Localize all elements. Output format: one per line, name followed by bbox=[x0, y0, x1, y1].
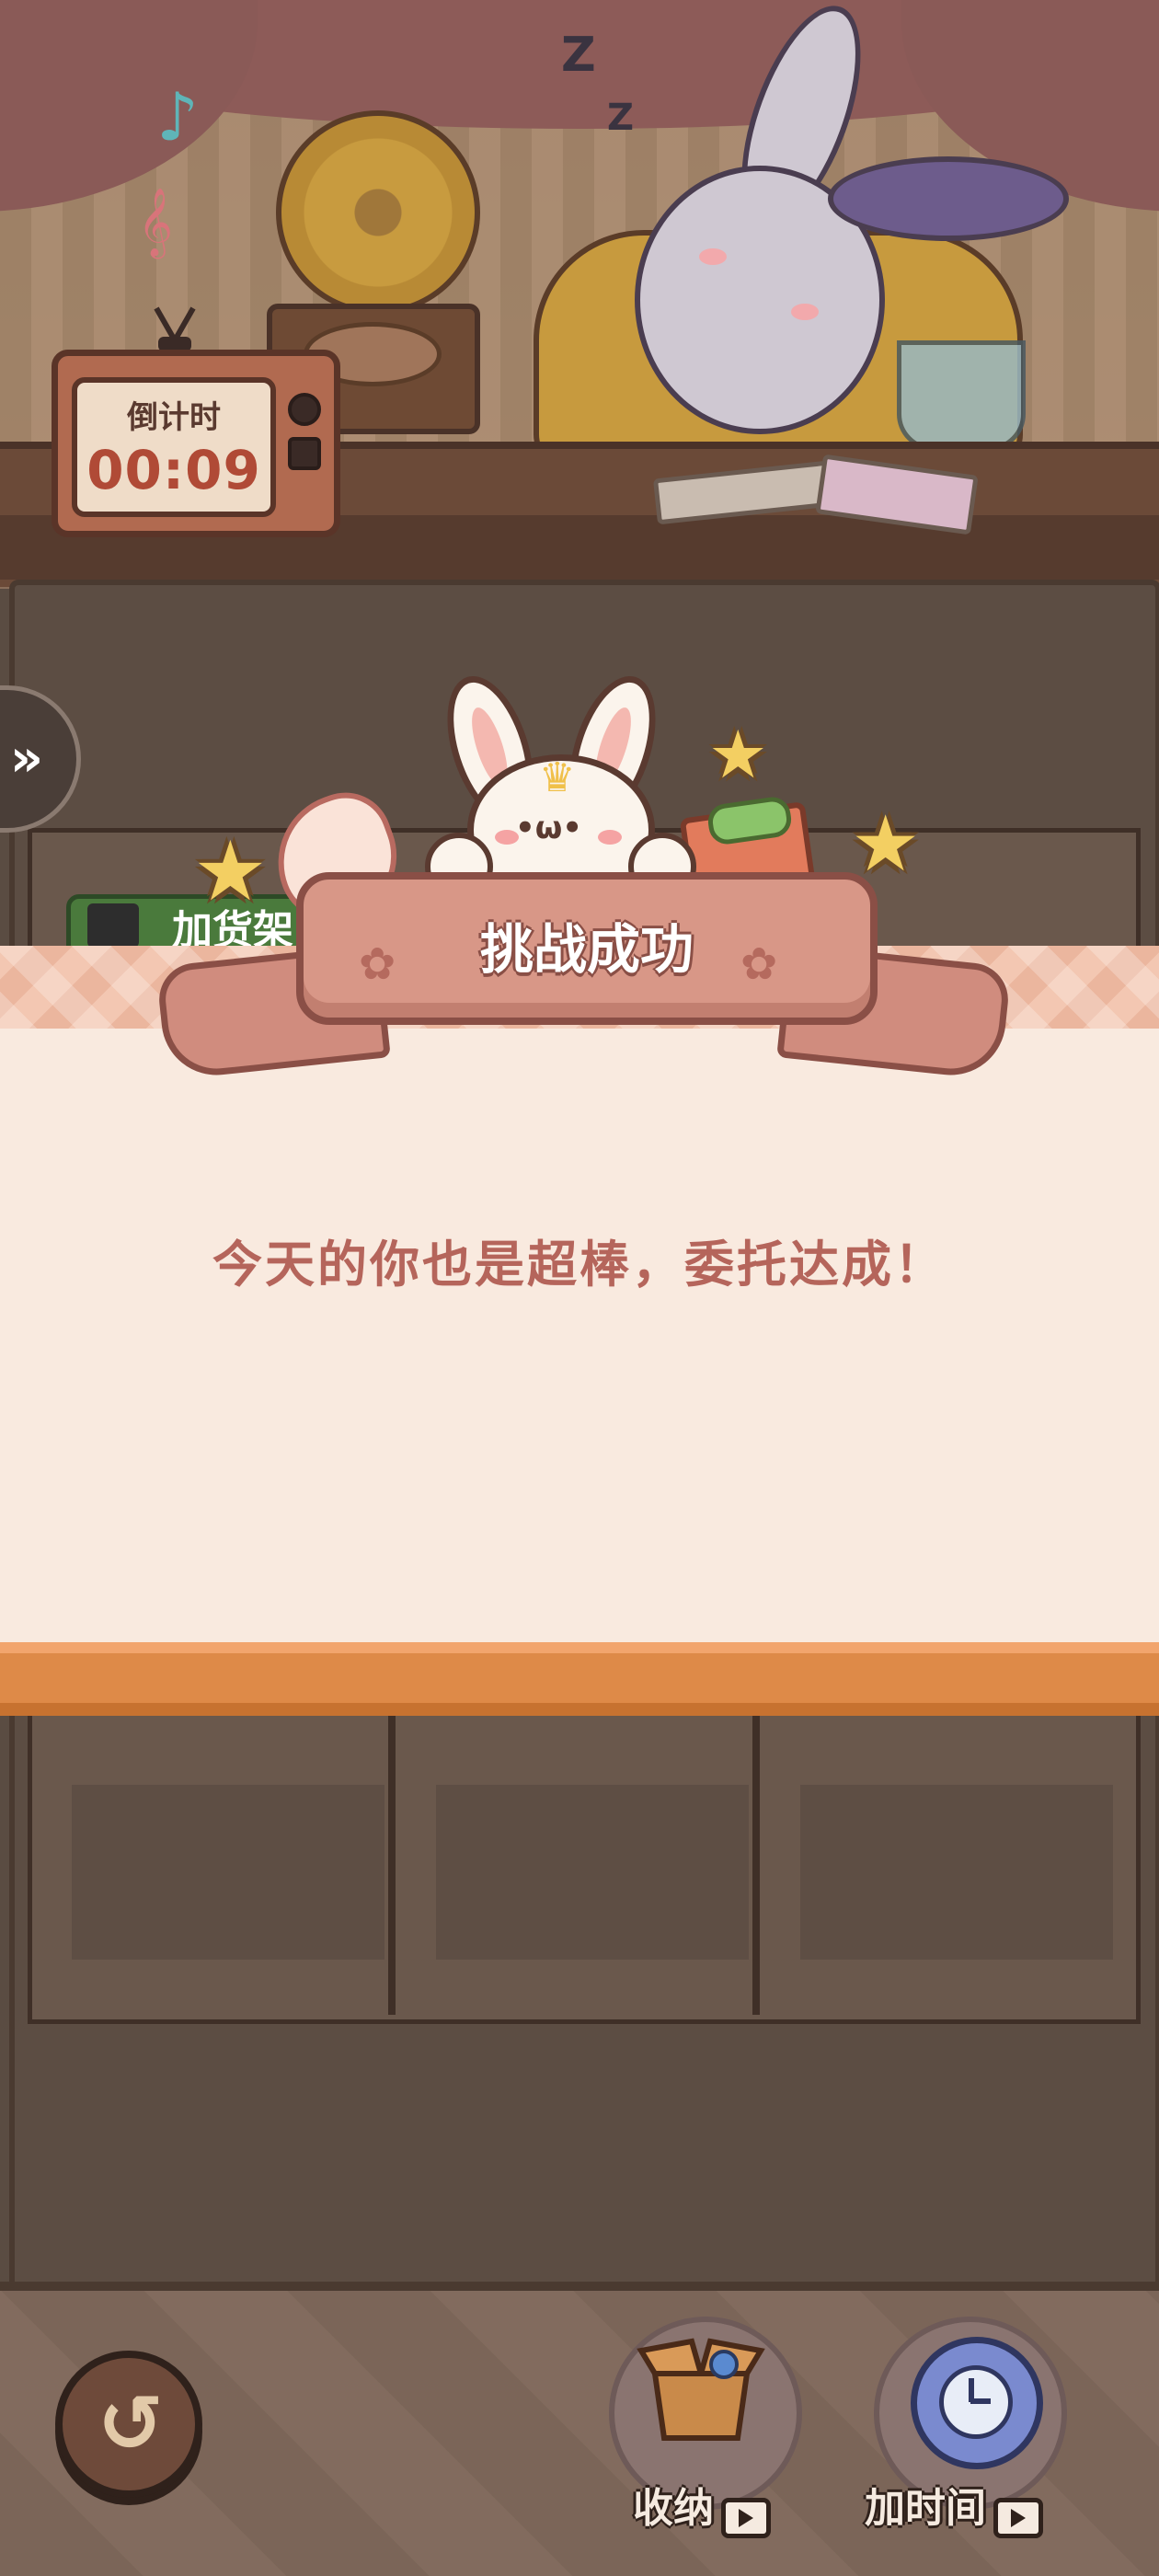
dialog-bottom-band bbox=[0, 1642, 1159, 1716]
crown-icon: ♛ bbox=[539, 754, 576, 801]
bunny-blush bbox=[791, 304, 819, 320]
dialog-message: 今天的你也是超棒，委托达成！ bbox=[212, 1236, 947, 1294]
add-time-label: 加时间 bbox=[865, 2485, 986, 2532]
shelf-slot[interactable] bbox=[436, 1785, 749, 1960]
shelf-slot[interactable] bbox=[800, 1785, 1113, 1960]
storage-label: 收纳 bbox=[633, 2485, 714, 2532]
countdown-display: 倒计时 00:09 bbox=[72, 377, 276, 517]
video-ad-icon bbox=[993, 2497, 1043, 2538]
countdown-time: 00:09 bbox=[86, 439, 261, 501]
storage-label-row: 收纳 bbox=[633, 2475, 771, 2538]
treble-clef-icon: 𝄞 bbox=[138, 189, 173, 257]
sleep-z-icon: Z bbox=[561, 28, 596, 83]
bunny-ear-flop bbox=[828, 156, 1069, 241]
mascot-blush bbox=[495, 830, 519, 845]
video-ad-icon bbox=[721, 2497, 771, 2538]
dialog-title: 挑战成功 bbox=[479, 918, 694, 981]
mascot-blush bbox=[598, 830, 622, 845]
gramophone-horn bbox=[276, 110, 480, 315]
music-note-icon: ♪ bbox=[156, 78, 199, 155]
tv-speaker-icon bbox=[288, 437, 321, 470]
star-icon: ★ bbox=[193, 823, 268, 920]
video-clapper-icon bbox=[87, 903, 139, 948]
undo-arrow-icon: ↺ bbox=[97, 2378, 165, 2470]
storage-box-icon bbox=[637, 2338, 765, 2441]
tv-knob-icon bbox=[288, 393, 321, 426]
success-dialog bbox=[0, 1029, 1159, 1650]
countdown-label: 倒计时 bbox=[127, 399, 221, 436]
shelf-divider bbox=[388, 1711, 396, 2015]
mascot-face: •ω• bbox=[515, 810, 583, 846]
sleep-z-icon: Z bbox=[607, 97, 635, 139]
drink-glass-icon bbox=[897, 340, 1026, 451]
add-time-label-row: 加时间 bbox=[865, 2475, 1043, 2538]
shelf-divider bbox=[752, 1711, 760, 2015]
bunny-blush bbox=[699, 248, 727, 265]
shelf-slot[interactable] bbox=[72, 1785, 384, 1960]
alarm-clock-icon bbox=[911, 2337, 1043, 2469]
star-icon: ★ bbox=[708, 716, 768, 793]
star-icon: ★ bbox=[851, 799, 921, 889]
